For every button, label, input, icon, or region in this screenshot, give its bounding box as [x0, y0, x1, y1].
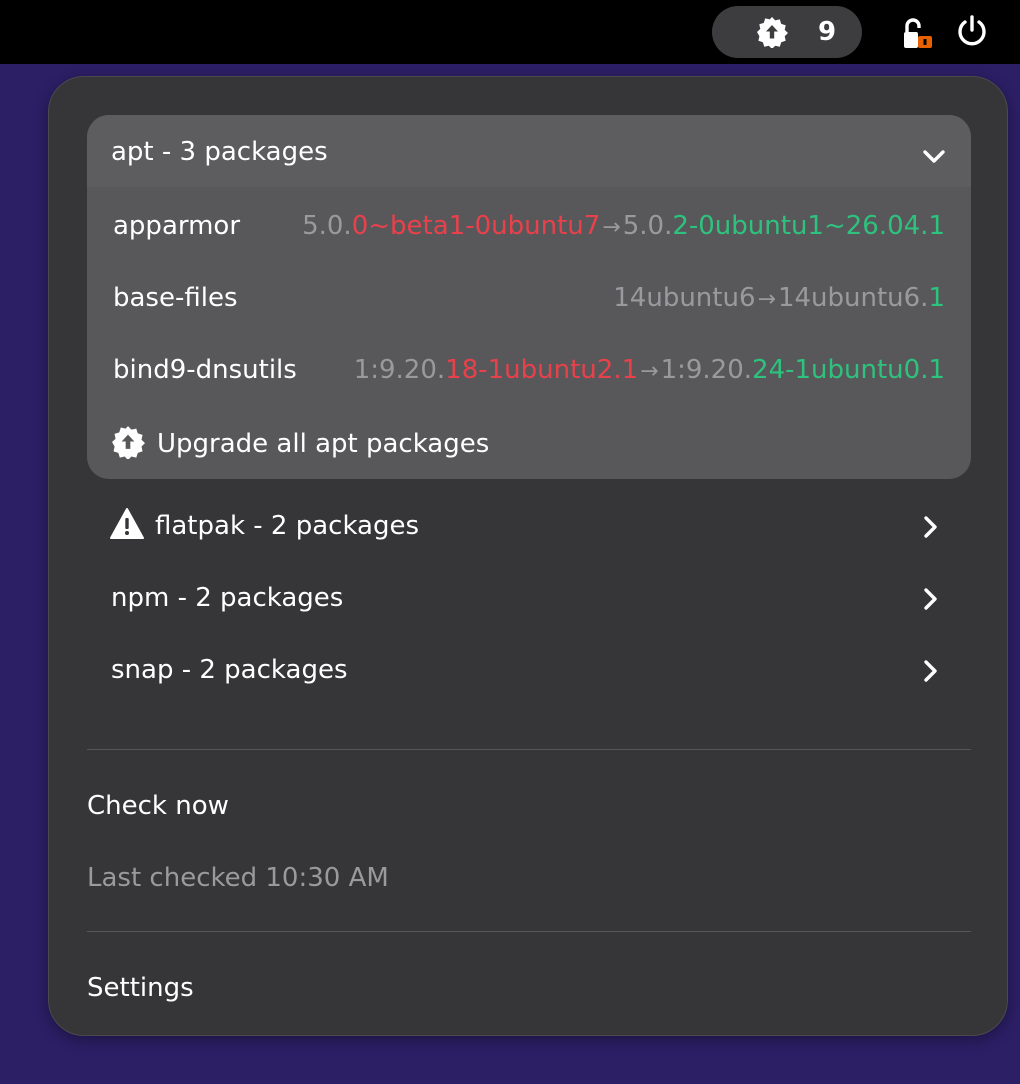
- source-label: flatpak - 2 packages: [155, 511, 420, 541]
- source-row-snap[interactable]: snap - 2 packages: [87, 635, 971, 707]
- old-version-diff: 18-1ubuntu2.1: [445, 355, 639, 385]
- apt-section-title: apt - 3 packages: [111, 137, 328, 167]
- arrow-right-icon: →: [602, 215, 621, 240]
- last-checked-text: Last checked 10:30 AM: [87, 863, 389, 893]
- package-name: apparmor: [113, 211, 241, 241]
- source-label: npm - 2 packages: [111, 583, 344, 613]
- package-row-base-files[interactable]: base-files 14ubuntu6→14ubuntu6.1: [87, 261, 971, 333]
- package-version-change: 5.0.0~beta1-0ubuntu7→5.0.2-0ubuntu1~26.0…: [302, 209, 945, 245]
- chevron-right-icon: [924, 588, 937, 610]
- new-version-diff: 2-0ubuntu1~26.04.1: [672, 211, 945, 241]
- updates-popup-menu: apt - 3 packages apparmor 5.0.0~beta1-0u…: [48, 76, 1008, 1036]
- source-row-npm[interactable]: npm - 2 packages: [87, 563, 971, 635]
- package-name: bind9-dnsutils: [113, 355, 297, 385]
- apt-section-header[interactable]: apt - 3 packages: [87, 115, 971, 187]
- source-row-flatpak[interactable]: flatpak - 2 packages: [87, 491, 971, 563]
- unlocked-padlock-icon[interactable]: [900, 16, 934, 50]
- settings-button[interactable]: Settings: [87, 971, 194, 1005]
- new-version-common: 1:9.20.: [660, 355, 753, 385]
- new-version-common: 5.0.: [622, 211, 673, 241]
- chevron-right-icon: [924, 660, 937, 682]
- old-version-common: 5.0.: [302, 211, 352, 241]
- package-version-change: 1:9.20.18-1ubuntu2.1→1:9.20.24-1ubuntu0.…: [354, 353, 945, 389]
- chevron-right-icon: [924, 516, 937, 538]
- divider: [87, 931, 971, 932]
- old-version-diff: 0~beta1-0ubuntu7: [351, 211, 601, 241]
- old-version-common: 14ubuntu6: [613, 283, 756, 313]
- upgrade-all-apt-button[interactable]: Upgrade all apt packages: [87, 407, 971, 479]
- apt-section: apt - 3 packages apparmor 5.0.0~beta1-0u…: [87, 115, 971, 479]
- package-row-apparmor[interactable]: apparmor 5.0.0~beta1-0ubuntu7→5.0.2-0ubu…: [87, 189, 971, 261]
- software-update-icon: [757, 17, 788, 48]
- updates-count: 9: [818, 17, 837, 47]
- package-version-change: 14ubuntu6→14ubuntu6.1: [613, 281, 945, 317]
- source-label: snap - 2 packages: [111, 655, 348, 685]
- arrow-right-icon: →: [757, 287, 776, 312]
- package-name: base-files: [113, 283, 238, 313]
- old-version-common: 1:9.20.: [353, 355, 446, 385]
- upgrade-all-label: Upgrade all apt packages: [157, 429, 490, 459]
- software-update-icon: [112, 426, 145, 459]
- divider: [87, 749, 971, 750]
- check-now-button[interactable]: Check now: [87, 789, 229, 823]
- arrow-right-icon: →: [640, 359, 659, 384]
- chevron-down-icon: [923, 150, 945, 163]
- new-version-diff: 24-1ubuntu0.1: [752, 355, 945, 385]
- package-row-bind9-dnsutils[interactable]: bind9-dnsutils 1:9.20.18-1ubuntu2.1→1:9.…: [87, 333, 971, 405]
- new-version-diff: 1: [928, 283, 945, 313]
- updates-indicator[interactable]: 9: [712, 6, 862, 58]
- new-version-common: 14ubuntu6.: [777, 283, 929, 313]
- top-bar: 9: [0, 0, 1020, 64]
- warning-icon: [110, 508, 144, 539]
- power-icon[interactable]: [955, 14, 989, 48]
